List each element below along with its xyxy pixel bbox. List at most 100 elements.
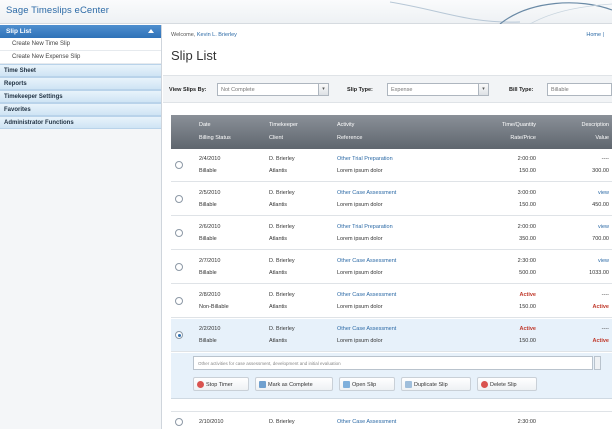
cell-description: ---- — [601, 326, 609, 332]
sidebar-item-create-time-slip[interactable]: Create New Time Slip — [0, 38, 161, 51]
open-slip-button[interactable]: Open Slip — [339, 377, 395, 391]
row-select-radio-checked[interactable] — [175, 331, 183, 339]
cell-quantity: 3:00:00 — [517, 190, 536, 196]
sidebar-section-admin-functions[interactable]: Administrator Functions — [0, 116, 161, 129]
col-date[interactable]: Date — [199, 122, 211, 128]
bill-type-select[interactable]: Billable — [547, 83, 612, 96]
cell-client: Atlantis — [269, 270, 288, 276]
cell-activity-link[interactable]: Other Case Assessment — [337, 258, 396, 264]
view-slips-select[interactable]: Not Complete ▾ — [217, 83, 329, 96]
col-description[interactable]: Description — [549, 122, 609, 128]
table-row[interactable]: 2/5/2010 Billable D. Brierley Atlantis O… — [171, 183, 612, 216]
cell-rate: 150.00 — [519, 304, 536, 310]
cell-billing-status: Billable — [199, 236, 217, 242]
cell-activity-link[interactable]: Other Case Assessment — [337, 292, 396, 298]
bill-type-value: Billable — [551, 87, 569, 93]
dropdown-arrow-icon[interactable]: ▾ — [478, 84, 488, 95]
view-slips-value: Not Complete — [221, 87, 255, 93]
cell-date: 2/7/2010 — [199, 258, 221, 264]
col-reference[interactable]: Reference — [337, 135, 362, 141]
slip-type-value: Expense — [391, 87, 413, 93]
sidebar-section-timekeeper-settings[interactable]: Timekeeper Settings — [0, 90, 161, 103]
sidebar-header-slip-list[interactable]: Slip List — [0, 25, 161, 38]
cell-value: 300.00 — [592, 168, 609, 174]
cell-timekeeper: D. Brierley — [269, 190, 295, 196]
row-select-radio[interactable] — [175, 161, 183, 169]
col-time-quantity[interactable]: Time/Quantity — [476, 122, 536, 128]
table-row[interactable]: 2/7/2010 Billable D. Brierley Atlantis O… — [171, 251, 612, 284]
collapse-arrow-icon[interactable] — [148, 29, 154, 33]
stop-timer-label: Stop Timer — [206, 382, 233, 388]
welcome-user-link[interactable]: Kevin L. Brierley — [197, 32, 237, 38]
table-row[interactable]: 2/6/2010 Billable D. Brierley Atlantis O… — [171, 217, 612, 250]
sidebar-section-reports[interactable]: Reports — [0, 77, 161, 90]
cell-value: 700.00 — [592, 236, 609, 242]
cell-reference: Lorem ipsum dolor — [337, 304, 383, 310]
slip-type-select[interactable]: Expense ▾ — [387, 83, 489, 96]
table-row[interactable]: 2/8/2010 Non-Billable D. Brierley Atlant… — [171, 285, 612, 318]
sidebar-section-time-sheet[interactable]: Time Sheet — [0, 64, 161, 77]
top-bar: Sage Timeslips eCenter — [0, 0, 612, 24]
col-billing-status[interactable]: Billing Status — [199, 135, 231, 141]
row-select-radio[interactable] — [175, 263, 183, 271]
mark-complete-button[interactable]: Mark as Complete — [255, 377, 333, 391]
col-value[interactable]: Value — [549, 135, 609, 141]
col-rate-price[interactable]: Rate/Price — [476, 135, 536, 141]
cell-description-view-link[interactable]: view — [549, 224, 609, 230]
duplicate-slip-button[interactable]: Duplicate Slip — [401, 377, 471, 391]
cell-quantity: 2:30:00 — [517, 258, 536, 264]
home-link[interactable]: Home | — [586, 32, 604, 38]
cell-reference: Lorem ipsum dolor — [337, 236, 383, 242]
note-scrollbar[interactable] — [594, 356, 601, 370]
main-content: Welcome, Kevin L. Brierley Home | Slip L… — [163, 25, 612, 429]
sidebar-section-favorites[interactable]: Favorites — [0, 103, 161, 116]
cell-reference: Lorem ipsum dolor — [337, 168, 383, 174]
delete-slip-button[interactable]: Delete Slip — [477, 377, 537, 391]
cell-timekeeper: D. Brierley — [269, 419, 295, 425]
slip-note-field[interactable]: Other activities for case assessment, de… — [193, 356, 593, 370]
cell-quantity: 2:30:00 — [517, 419, 536, 425]
row-select-radio[interactable] — [175, 297, 183, 305]
cell-value: 1033.00 — [589, 270, 609, 276]
welcome-prefix: Welcome, — [171, 32, 196, 38]
cell-quantity: 2:00:00 — [517, 156, 536, 162]
cell-timekeeper: D. Brierley — [269, 258, 295, 264]
row-select-radio[interactable] — [175, 195, 183, 203]
table-row-selected[interactable]: 2/2/2010 Billable D. Brierley Atlantis O… — [171, 319, 612, 352]
dropdown-arrow-icon[interactable]: ▾ — [318, 84, 328, 95]
cell-activity-link[interactable]: Other Case Assessment — [337, 326, 396, 332]
view-slips-label: View Slips By: — [169, 87, 207, 93]
cell-timekeeper: D. Brierley — [269, 224, 295, 230]
table-row[interactable]: 2/4/2010 Billable D. Brierley Atlantis O… — [171, 149, 612, 182]
bill-type-label: Bill Type: — [509, 87, 534, 93]
filter-bar: View Slips By: Not Complete ▾ Slip Type:… — [163, 75, 612, 103]
cell-billing-status: Billable — [199, 338, 217, 344]
cell-activity-link[interactable]: Other Trial Preparation — [337, 224, 393, 230]
row-select-radio[interactable] — [175, 229, 183, 237]
selected-row-detail: Other activities for case assessment, de… — [171, 353, 612, 399]
cell-date: 2/8/2010 — [199, 292, 221, 298]
cell-description-view-link[interactable]: view — [549, 258, 609, 264]
cell-rate: 150.00 — [519, 338, 536, 344]
cell-reference: Lorem ipsum dolor — [337, 338, 383, 344]
page-title: Slip List — [171, 48, 217, 63]
cell-activity-link[interactable]: Other Case Assessment — [337, 190, 396, 196]
cell-activity-link[interactable]: Other Case Assessment — [337, 419, 396, 425]
stop-timer-button[interactable]: Stop Timer — [193, 377, 249, 391]
row-select-radio[interactable] — [175, 418, 183, 426]
sidebar-item-create-expense-slip[interactable]: Create New Expense Slip — [0, 51, 161, 64]
stop-icon — [197, 381, 204, 388]
table-row-partial[interactable]: 2/10/2010 D. Brierley Other Case Assessm… — [171, 411, 612, 429]
cell-rate: 500.00 — [519, 270, 536, 276]
cell-activity-link[interactable]: Other Trial Preparation — [337, 156, 393, 162]
col-activity[interactable]: Activity — [337, 122, 354, 128]
col-client[interactable]: Client — [269, 135, 283, 141]
cell-client: Atlantis — [269, 338, 288, 344]
open-icon — [343, 381, 350, 388]
cell-value: 450.00 — [592, 202, 609, 208]
cell-timekeeper: D. Brierley — [269, 326, 295, 332]
cell-description-view-link[interactable]: view — [549, 190, 609, 196]
cell-billing-status: Billable — [199, 270, 217, 276]
col-timekeeper[interactable]: Timekeeper — [269, 122, 298, 128]
cell-reference: Lorem ipsum dolor — [337, 270, 383, 276]
